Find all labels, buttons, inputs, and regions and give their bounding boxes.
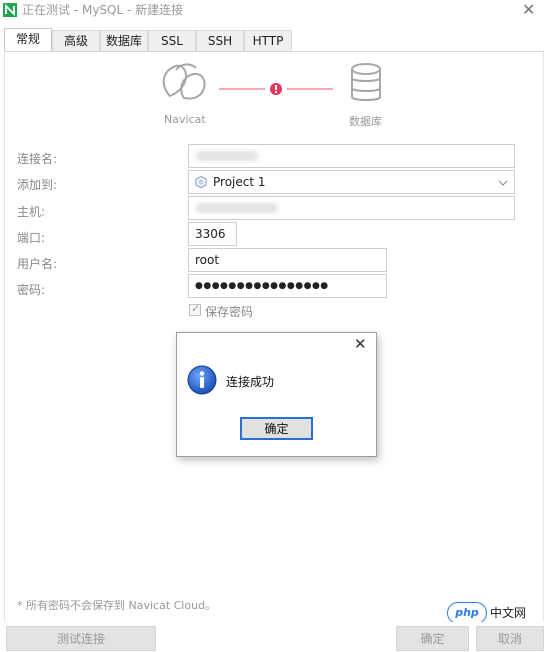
watermark-badge: php [447, 602, 487, 624]
dialog-ok-button[interactable]: 确定 [240, 417, 313, 440]
cloud-password-note: * 所有密码不会保存到 Navicat Cloud。 [17, 599, 217, 612]
username-label: 用户名: [17, 257, 58, 271]
database-label: 数据库 [349, 115, 382, 128]
database-icon [351, 63, 381, 101]
save-password-checkbox[interactable]: ✓ [189, 302, 201, 316]
watermark-text: 中文网 [490, 606, 527, 620]
redacted-host [196, 203, 278, 213]
dialog-close-button[interactable]: ✕ [354, 335, 367, 353]
save-password-label: 保存密码 [205, 305, 254, 319]
add-to-label: 添加到: [17, 178, 58, 192]
dialog-message: 连接成功 [226, 375, 275, 389]
navicat-label: Navicat [164, 113, 206, 126]
add-to-select[interactable]: Project 1 [188, 170, 515, 194]
redacted-connection-name [196, 151, 258, 161]
connection-diagram [162, 63, 381, 101]
connection-success-dialog: ✕ 连接成功 确定 [176, 332, 377, 457]
check-icon: ✓ [191, 302, 201, 315]
info-icon [187, 365, 217, 395]
username-field[interactable]: root [188, 248, 387, 272]
watermark: php 中文网 [447, 602, 547, 624]
bottom-bar: 测试连接 确定 取消 [0, 622, 548, 651]
cancel-button[interactable]: 取消 [476, 626, 544, 651]
password-field[interactable]: ●●●●●●●●●●●●●●●● [188, 274, 387, 298]
connection-name-label: 连接名: [17, 152, 58, 166]
ok-button[interactable]: 确定 [396, 626, 469, 651]
dialog-title-bar: ✕ [177, 333, 376, 357]
add-to-value: Project 1 [213, 175, 266, 189]
password-label: 密码: [17, 283, 46, 297]
port-field[interactable]: 3306 [188, 222, 237, 246]
chevron-down-icon [498, 180, 508, 186]
test-connection-button[interactable]: 测试连接 [6, 626, 156, 651]
project-icon [195, 176, 207, 188]
navicat-logo-icon [162, 63, 206, 100]
dialog-body: 连接成功 确定 [177, 357, 376, 456]
port-label: 端口: [17, 231, 46, 245]
host-label: 主机: [17, 205, 46, 219]
